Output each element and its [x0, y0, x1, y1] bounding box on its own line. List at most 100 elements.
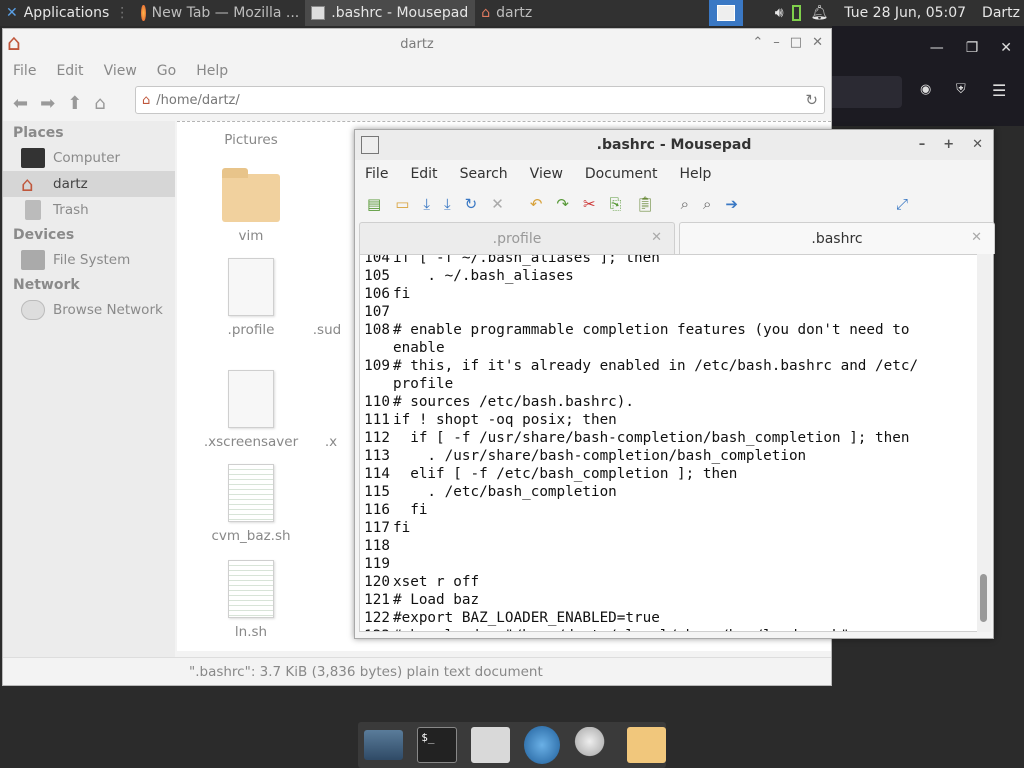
reload-icon[interactable]: ↻ — [465, 195, 478, 213]
titlebar[interactable]: .bashrc - Mousepad – + ✕ — [355, 130, 993, 160]
code-line[interactable]: 105 . ~/.bash_aliases — [360, 267, 978, 285]
maximize-icon[interactable]: □ — [790, 35, 802, 50]
tab-bashrc[interactable]: .bashrc ✕ — [679, 222, 995, 254]
code-line[interactable]: 119 — [360, 555, 978, 573]
titlebar[interactable]: ⌂ dartz ⌃ – □ ✕ — [3, 29, 831, 59]
restore-icon[interactable]: ❐ — [966, 40, 979, 56]
close-icon[interactable]: ✕ — [972, 137, 983, 152]
undo-icon[interactable]: ↶ — [530, 195, 543, 213]
menu-search[interactable]: Search — [460, 166, 508, 182]
code-line[interactable]: 113 . /usr/share/bash-completion/bash_co… — [360, 447, 978, 465]
close-document-icon[interactable]: ✕ — [491, 195, 504, 213]
close-icon[interactable]: ✕ — [812, 35, 823, 50]
fullscreen-icon[interactable]: ⤢ — [896, 195, 908, 213]
code-line[interactable]: 110 # sources /etc/bash.bashrc). — [360, 393, 978, 411]
volume-icon[interactable]: 🔊︎ — [775, 5, 784, 21]
clock[interactable]: Tue 28 Jun, 05:07 — [844, 5, 966, 21]
forward-icon[interactable]: ➡ — [40, 93, 55, 114]
code-line[interactable]: 111 if ! shopt -oq posix; then — [360, 411, 978, 429]
sidebar-item-computer[interactable]: Computer — [3, 145, 175, 171]
maximize-icon[interactable]: + — [943, 137, 954, 152]
sidebar-item-dartz[interactable]: ⌂ dartz — [3, 171, 175, 197]
copy-icon[interactable]: ⎘ — [610, 195, 622, 213]
task-thunar[interactable]: ⌂ dartz — [475, 0, 645, 26]
home-icon[interactable]: ⌂ — [94, 93, 105, 114]
minimize-icon[interactable]: – — [919, 137, 926, 152]
code-line[interactable]: 115 . /etc/bash_completion — [360, 483, 978, 501]
code-line[interactable]: 120 xset r off — [360, 573, 978, 591]
private-browsing-icon[interactable]: ◉ — [920, 82, 931, 97]
open-file-icon[interactable]: ▭ — [395, 195, 409, 213]
sidebar-item-browse-network[interactable]: Browse Network — [3, 297, 175, 323]
file-item[interactable]: vim — [181, 168, 321, 244]
code-line[interactable]: 123# baz_loader="/home/dartz/.local/shar… — [360, 627, 978, 631]
goto-line-icon[interactable]: ➔ — [725, 195, 738, 213]
file-item[interactable]: ln.sh — [181, 560, 321, 640]
close-tab-icon[interactable]: ✕ — [651, 230, 662, 245]
url-bar-fragment[interactable] — [832, 76, 902, 108]
code-line[interactable]: 117 fi — [360, 519, 978, 537]
close-tab-icon[interactable]: ✕ — [971, 230, 982, 245]
code-line[interactable]: 121 # Load baz — [360, 591, 978, 609]
search-magnifier-icon[interactable] — [573, 727, 613, 763]
menu-help[interactable]: Help — [196, 63, 228, 79]
find-icon[interactable]: ⌕ — [681, 195, 689, 213]
new-document-icon[interactable]: ▤ — [367, 195, 381, 213]
ublock-icon[interactable]: ⛨ — [956, 82, 966, 97]
up-icon[interactable]: ⬆ — [67, 93, 82, 114]
tab-profile[interactable]: .profile ✕ — [359, 222, 675, 254]
cut-icon[interactable]: ✂ — [583, 195, 596, 213]
workspace-switcher[interactable] — [708, 0, 743, 26]
code-line[interactable]: 107 — [360, 303, 978, 321]
menu-file[interactable]: File — [13, 63, 36, 79]
code-line[interactable]: 109 # this, if it's already enabled in /e… — [360, 357, 978, 375]
minimize-icon[interactable]: – — [773, 35, 780, 50]
close-icon[interactable]: ✕ — [1000, 40, 1012, 56]
back-icon[interactable]: ⬅ — [13, 93, 28, 114]
show-desktop-icon[interactable] — [364, 730, 404, 760]
menu-go[interactable]: Go — [157, 63, 176, 79]
save-icon[interactable]: ⤓ — [423, 195, 430, 213]
reload-icon[interactable]: ↻ — [805, 91, 818, 109]
folder-icon[interactable] — [626, 727, 667, 763]
code-line[interactable]: 104 if [ -f ~/.bash_aliases ]; then — [360, 255, 978, 267]
code-line[interactable]: profile — [360, 375, 978, 393]
task-mousepad[interactable]: .bashrc - Mousepad — [305, 0, 476, 26]
menu-view[interactable]: View — [104, 63, 137, 79]
find-replace-icon[interactable]: ⌕ — [703, 195, 711, 213]
notification-bell-icon[interactable]: 🔔︎ — [811, 5, 829, 21]
code-line[interactable]: 116 fi — [360, 501, 978, 519]
code-line[interactable]: enable — [360, 339, 978, 357]
menu-file[interactable]: File — [365, 166, 388, 182]
vertical-scrollbar[interactable] — [977, 254, 991, 632]
sidebar-item-trash[interactable]: Trash — [3, 197, 175, 223]
redo-icon[interactable]: ↷ — [556, 195, 569, 213]
menu-document[interactable]: Document — [585, 166, 658, 182]
scrollbar-thumb[interactable] — [980, 574, 987, 622]
task-firefox[interactable]: New Tab — Mozilla ... — [135, 0, 305, 26]
sidebar-item-filesystem[interactable]: File System — [3, 247, 175, 273]
file-item[interactable]: Pictures — [181, 132, 321, 148]
paste-icon[interactable]: 📋︎ — [636, 195, 655, 213]
code-line[interactable]: 108 # enable programmable completion feat… — [360, 321, 978, 339]
menu-edit[interactable]: Edit — [410, 166, 437, 182]
code-line[interactable]: 118 — [360, 537, 978, 555]
file-item-partial[interactable]: .x — [301, 434, 361, 450]
menu-edit[interactable]: Edit — [56, 63, 83, 79]
save-as-icon[interactable]: ⤓ — [444, 195, 451, 213]
file-manager-icon[interactable] — [470, 727, 511, 763]
battery-icon[interactable] — [791, 5, 801, 21]
applications-menu[interactable]: ✕ Applications ⋮ — [0, 0, 135, 26]
minimize-icon[interactable]: — — [930, 40, 944, 56]
menu-help[interactable]: Help — [679, 166, 711, 182]
web-browser-icon[interactable] — [524, 726, 560, 764]
code-line[interactable]: 122 #export BAZ_LOADER_ENABLED=true — [360, 609, 978, 627]
shade-icon[interactable]: ⌃ — [752, 35, 763, 50]
file-item[interactable]: cvm_baz.sh — [181, 464, 321, 544]
terminal-icon[interactable]: $_ — [417, 727, 457, 763]
user-menu[interactable]: Dartz — [982, 5, 1020, 21]
hamburger-menu-icon[interactable]: ☰ — [992, 81, 1006, 100]
location-bar[interactable]: ⌂ /home/dartz/ ↻ — [135, 86, 825, 114]
text-editor[interactable]: 104 if [ -f ~/.bash_aliases ]; then 105 . … — [359, 254, 979, 632]
code-line[interactable]: 112 if [ -f /usr/share/bash-completion/b… — [360, 429, 978, 447]
